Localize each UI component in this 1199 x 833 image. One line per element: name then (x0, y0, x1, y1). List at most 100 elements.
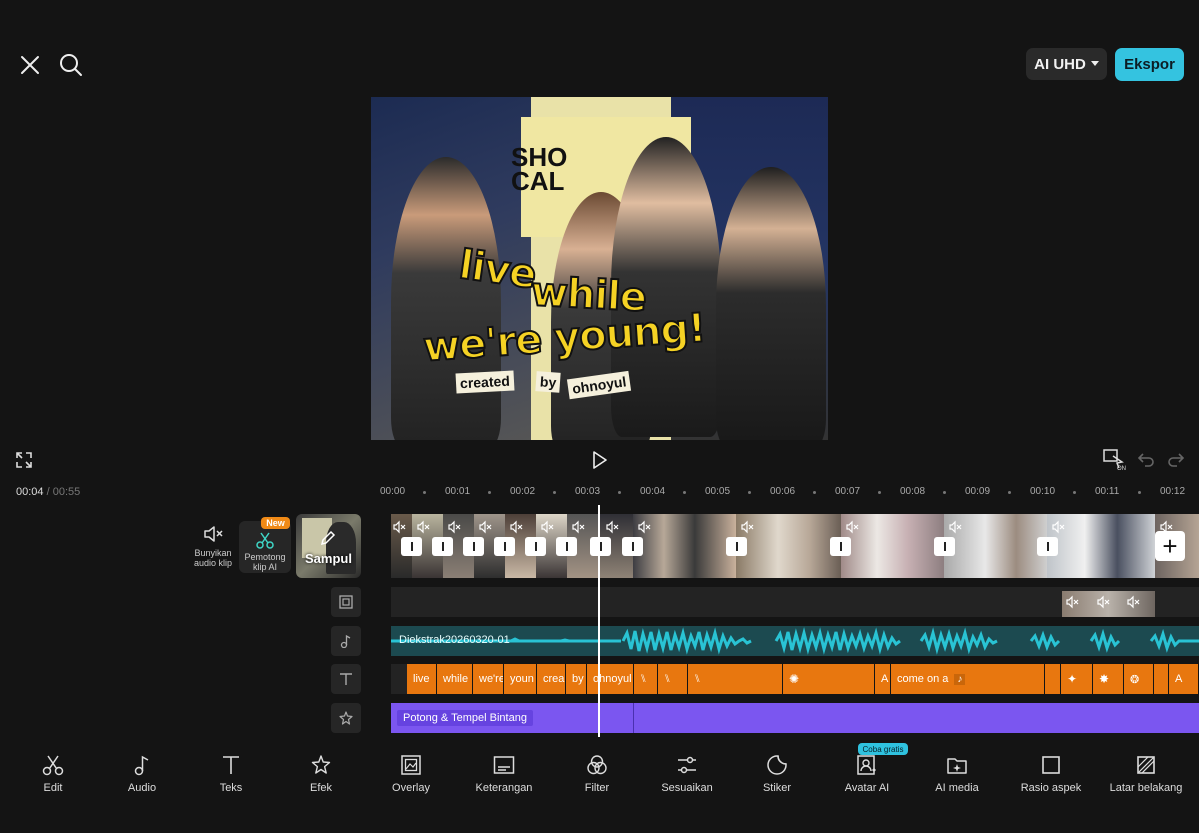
sticker-clip[interactable] (1154, 664, 1169, 694)
captions-icon (493, 756, 515, 774)
audio-track-button[interactable] (331, 626, 361, 656)
tool-effects[interactable]: Efek (276, 754, 366, 794)
effect-star-icon (311, 755, 331, 774)
sticker-clip[interactable]: ⑊ (688, 664, 783, 694)
background-hatch-icon (1137, 756, 1155, 774)
text-clip[interactable]: A (1169, 664, 1199, 694)
ruler-dot (683, 491, 686, 494)
quality-selector[interactable]: AI UHD (1026, 48, 1107, 80)
text-clip[interactable]: youn (504, 664, 537, 694)
playhead[interactable] (598, 505, 600, 737)
tool-captions[interactable]: Keterangan (459, 754, 549, 794)
undo-button[interactable] (1136, 450, 1156, 470)
fullscreen-button[interactable] (14, 450, 34, 470)
sticker-icon: ♪ (954, 673, 966, 685)
clip-transition-marker[interactable] (830, 537, 851, 556)
text-clip[interactable]: while (437, 664, 473, 694)
overlay-track-button[interactable] (331, 587, 361, 617)
clip-transition-marker[interactable] (934, 537, 955, 556)
ruler-tick: 00:04 (640, 486, 666, 497)
close-icon (21, 56, 39, 74)
clip-transition-marker[interactable] (401, 537, 422, 556)
sticker-icon: ⑊ (694, 673, 701, 685)
search-button[interactable] (58, 52, 84, 78)
sliders-icon (678, 756, 696, 774)
tool-text-label: Teks (219, 782, 243, 794)
tool-edit[interactable]: Edit (8, 754, 98, 794)
ruler-tick: 00:02 (510, 486, 536, 497)
preview-sign-text: SHO CAL (511, 142, 568, 196)
clip-transition-marker[interactable] (726, 537, 747, 556)
tool-ai-media-label: AI media (935, 782, 979, 794)
redo-icon (1168, 453, 1185, 467)
text-track-button[interactable] (331, 664, 361, 694)
clip-transition-marker[interactable] (1037, 537, 1058, 556)
text-clip[interactable]: ohnoyul (587, 664, 634, 694)
sticker-clip[interactable]: ✦ (1061, 664, 1093, 694)
aspect-ratio-icon (1042, 756, 1060, 774)
text-clip[interactable]: by (566, 664, 587, 694)
overlay-clip[interactable] (1062, 591, 1155, 617)
tool-aspect-ratio[interactable]: Rasio aspek (1006, 754, 1096, 794)
tool-filter[interactable]: Filter (552, 754, 642, 794)
export-button[interactable]: Ekspor (1115, 48, 1184, 81)
tool-edit-label: Edit (43, 782, 63, 794)
ruler-dot (1138, 491, 1141, 494)
tool-sticker[interactable]: Stiker (732, 754, 822, 794)
ai-media-folder-icon (947, 758, 967, 774)
cover-button[interactable]: Sampul (296, 514, 361, 578)
current-time: 00:04 (16, 486, 44, 498)
sticker-icon (767, 755, 787, 775)
text-clip[interactable]: come on a ♪ (891, 664, 1045, 694)
music-note-icon (134, 755, 149, 776)
preview-screen-toggle[interactable]: ON (1103, 449, 1127, 471)
burst-icon: ✸ (1099, 672, 1110, 686)
clip-transition-marker[interactable] (590, 537, 611, 556)
ruler-tick: 00:01 (445, 486, 471, 497)
clip-transition-marker[interactable] (622, 537, 643, 556)
caret-down-icon (1090, 61, 1099, 66)
text-clip[interactable]: we're (473, 664, 504, 694)
tool-ai-avatar[interactable]: Avatar AI (822, 754, 912, 794)
text-clip[interactable]: A (875, 664, 891, 694)
music-note-icon (340, 634, 351, 648)
unmute-clip-audio-button[interactable]: Bunyikan audio klip (190, 525, 236, 568)
new-badge: New (261, 517, 290, 529)
tool-ai-media[interactable]: AI media (912, 754, 1002, 794)
redo-button[interactable] (1166, 450, 1186, 470)
clip-transition-marker[interactable] (525, 537, 546, 556)
ruler-tick: 00:10 (1030, 486, 1056, 497)
clip-transition-marker[interactable] (494, 537, 515, 556)
ai-scissors-icon (256, 532, 274, 549)
ruler-tick: 00:05 (705, 486, 731, 497)
preview-person-4 (716, 167, 826, 440)
sticker-clip[interactable]: ✺ (783, 664, 875, 694)
audio-track[interactable] (391, 626, 1199, 656)
add-clip-button[interactable]: + (1155, 531, 1185, 561)
clip-transition-marker[interactable] (463, 537, 484, 556)
ruler-tick: 00:11 (1095, 486, 1120, 497)
text-clip[interactable]: crea (537, 664, 566, 694)
sticker-clip[interactable]: ⑊ (658, 664, 688, 694)
effect-track-button[interactable] (331, 703, 361, 733)
tool-background[interactable]: Latar belakang (1101, 754, 1191, 794)
tool-overlay[interactable]: Overlay (366, 754, 456, 794)
clip-transition-marker[interactable] (556, 537, 577, 556)
sticker-clip[interactable]: ⑊ (634, 664, 658, 694)
clip-transition-marker[interactable] (432, 537, 453, 556)
close-button[interactable] (18, 53, 42, 77)
play-button[interactable] (589, 449, 611, 471)
time-ruler[interactable]: 00:00 00:01 00:02 00:03 00:04 00:05 00:0… (380, 486, 1199, 500)
sticker-clip[interactable]: ❂ (1124, 664, 1154, 694)
ruler-tick: 00:00 (380, 486, 406, 497)
tool-adjust[interactable]: Sesuaikan (642, 754, 732, 794)
video-preview[interactable]: SHO CAL live while we're young! created … (371, 97, 828, 440)
tool-sticker-label: Stiker (762, 782, 792, 794)
tool-text[interactable]: Teks (186, 754, 276, 794)
sticker-clip[interactable]: ✸ (1093, 664, 1124, 694)
overlay-image-icon (401, 755, 421, 775)
tool-audio[interactable]: Audio (97, 754, 187, 794)
sticker-icon: ❂ (1130, 673, 1140, 686)
text-clip[interactable]: live (407, 664, 437, 694)
sticker-clip[interactable] (1045, 664, 1061, 694)
